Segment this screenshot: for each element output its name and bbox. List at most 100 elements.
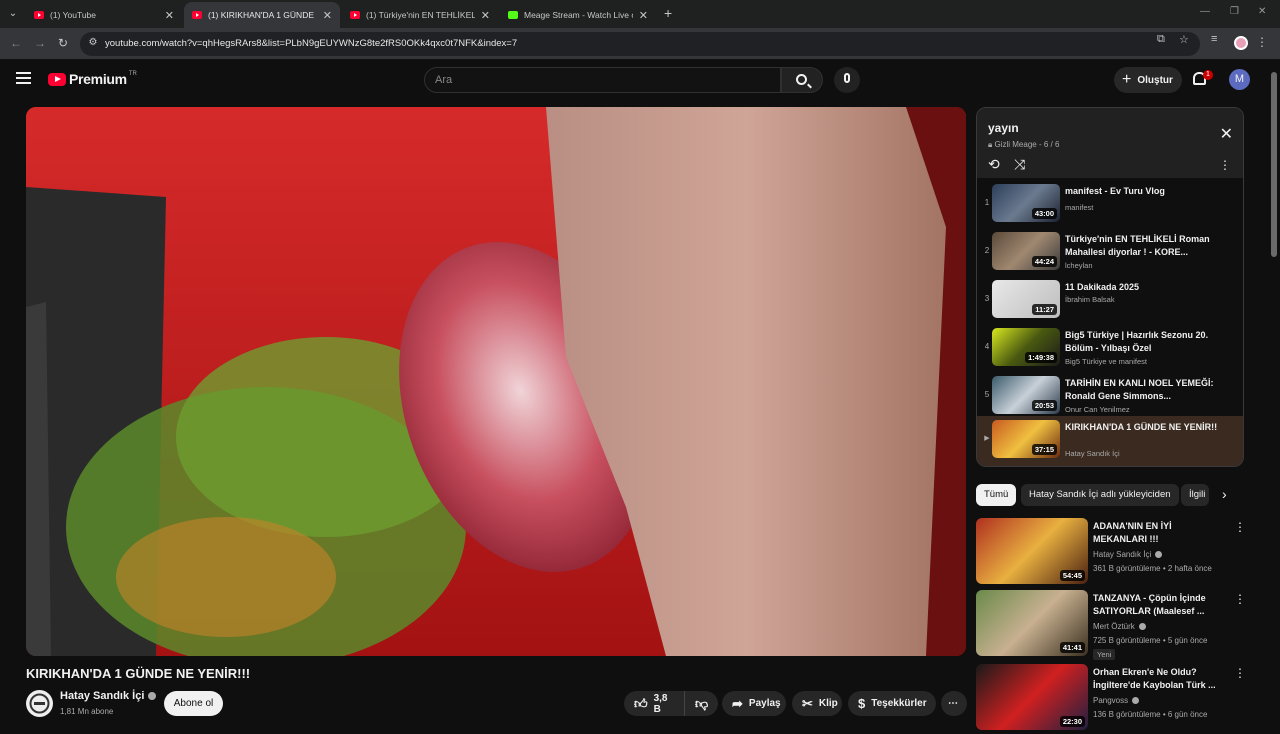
playlist-item-title[interactable]: KIRIKHAN'DA 1 GÜNDE NE YENİR!!: [1065, 421, 1225, 434]
new-tab-icon[interactable]: +: [664, 5, 672, 21]
page-scrollbar[interactable]: [1271, 72, 1277, 257]
playlist-item-title[interactable]: manifest - Ev Turu Vlog: [1065, 185, 1225, 198]
channel-avatar[interactable]: [26, 690, 53, 717]
tab-close-icon[interactable]: ✕: [481, 9, 490, 22]
video-thumbnail[interactable]: 54:45: [976, 518, 1088, 584]
channel-row[interactable]: Hatay Sandık İçi: [1093, 550, 1163, 559]
tab-close-icon[interactable]: ✕: [323, 9, 332, 22]
more-actions-button[interactable]: ⋯: [941, 691, 967, 716]
like-button[interactable]: 👍︎ 3,8 B: [624, 691, 684, 716]
tab-close-icon[interactable]: ✕: [165, 9, 174, 22]
forward-icon[interactable]: →: [34, 36, 46, 50]
chip-related[interactable]: İlgili: [1181, 484, 1209, 506]
channel-row[interactable]: Mert Öztürk: [1093, 622, 1146, 631]
playlist-item-channel: Onur Can Yenilmez: [1065, 405, 1130, 414]
playlist-thumbnail[interactable]: 11:27: [992, 280, 1060, 318]
chevron-right-icon[interactable]: ›: [1222, 486, 1227, 502]
browser-profile-avatar[interactable]: [1234, 36, 1248, 50]
back-icon[interactable]: ←: [10, 36, 22, 50]
channel-name[interactable]: Hatay Sandık İçi: [60, 690, 144, 702]
playlist-item[interactable]: 3 11:27 11 Dakikada 2025 İbrahim Balsak: [977, 276, 1243, 324]
window-close-icon[interactable]: ✕: [1258, 6, 1266, 17]
recommended-video[interactable]: 54:45 ADANA'NIN EN İYİ MEKANLARI !!! Hat…: [976, 518, 1246, 588]
create-button[interactable]: + Oluştur: [1114, 67, 1182, 93]
more-vert-icon[interactable]: ⋮: [1234, 520, 1246, 534]
logo-text: Premium: [69, 71, 127, 87]
playlist-item[interactable]: 2 44:24 Türkiye'nin EN TEHLİKELİ Roman M…: [977, 228, 1243, 276]
loop-icon[interactable]: ⟲: [988, 156, 1000, 173]
duration-badge: 22:30: [1059, 716, 1085, 727]
video-title[interactable]: TANZANYA - Çöpün İçinde SATIYORLAR (Maal…: [1093, 592, 1228, 618]
address-bar[interactable]: ⚙ youtube.com/watch?v=qhHegsRArs8&list=P…: [80, 32, 1200, 56]
search-button[interactable]: [781, 67, 823, 93]
hamburger-menu-icon[interactable]: [16, 72, 31, 84]
browser-menu-icon[interactable]: ⋮: [1256, 35, 1268, 49]
playlist-more-icon[interactable]: ⋮: [1219, 158, 1231, 172]
minimize-icon[interactable]: —: [1200, 6, 1210, 17]
playlist-thumbnail[interactable]: 20:53: [992, 376, 1060, 414]
playlist-item[interactable]: 4 1:49:38 Big5 Türkiye | Hazırlık Sezonu…: [977, 324, 1243, 372]
reload-icon[interactable]: ↻: [58, 36, 68, 50]
playlist-thumbnail[interactable]: 37:15: [992, 420, 1060, 458]
youtube-premium-logo[interactable]: Premium TR: [48, 71, 137, 87]
chip-from-uploader[interactable]: Hatay Sandık İçi adlı yükleyiciden: [1021, 484, 1179, 506]
recommended-video[interactable]: 41:41 TANZANYA - Çöpün İçinde SATIYORLAR…: [976, 590, 1246, 660]
site-info-icon[interactable]: ⚙: [86, 37, 100, 51]
playlist-item[interactable]: 1 43:00 manifest - Ev Turu Vlog manifest: [977, 180, 1243, 228]
browser-tab[interactable]: (1) YouTube ✕: [26, 2, 182, 28]
browser-tab[interactable]: (1) Türkiye'nin EN TEHLİKELİ Ro ✕: [342, 2, 498, 28]
clip-button[interactable]: ✂ Klip: [792, 691, 842, 716]
youtube-favicon-icon: [34, 11, 44, 19]
channel-name-row[interactable]: Hatay Sandık İçi: [60, 690, 157, 702]
browser-tab-active[interactable]: (1) KIRIKHAN'DA 1 GÜNDE NE ✕: [184, 2, 340, 28]
channel-row[interactable]: Pangvoss: [1093, 696, 1140, 705]
video-thumbnail[interactable]: 22:30: [976, 664, 1088, 730]
channel-name[interactable]: Hatay Sandık İçi: [1093, 550, 1151, 559]
channel-logo-icon: [29, 693, 50, 714]
subscribe-button[interactable]: Abone ol: [164, 691, 223, 716]
playlist-item-title[interactable]: Big5 Türkiye | Hazırlık Sezonu 20. Bölüm…: [1065, 329, 1225, 355]
playlist-item-title[interactable]: TARİHİN EN KANLI NOEL YEMEĞİ: Ronald Gen…: [1065, 377, 1225, 403]
playlist-thumbnail[interactable]: 43:00: [992, 184, 1060, 222]
thanks-button[interactable]: $ Teşekkürler: [848, 691, 936, 716]
voice-search-button[interactable]: [834, 67, 860, 93]
maximize-icon[interactable]: ❐: [1230, 6, 1239, 17]
media-controls-icon[interactable]: ≡: [1211, 33, 1217, 45]
video-title: KIRIKHAN'DA 1 GÜNDE NE YENİR!!!: [26, 666, 251, 681]
tab-close-icon[interactable]: ✕: [639, 9, 648, 22]
shuffle-icon[interactable]: ⤨: [1014, 156, 1025, 173]
playlist-item-title[interactable]: 11 Dakikada 2025: [1065, 281, 1225, 294]
channel-name[interactable]: Pangvoss: [1093, 696, 1128, 705]
video-player[interactable]: [26, 107, 966, 656]
playlist-title[interactable]: yayın: [988, 121, 1019, 135]
playlist-item-title[interactable]: Türkiye'nin EN TEHLİKELİ Roman Mahallesi…: [1065, 233, 1225, 259]
more-vert-icon[interactable]: ⋮: [1234, 592, 1246, 606]
bookmark-star-icon[interactable]: ☆: [1179, 33, 1189, 46]
recommended-video[interactable]: 22:30 Orhan Ekren'e Ne Oldu? İngiltere'd…: [976, 664, 1246, 734]
playlist-item[interactable]: 5 20:53 TARİHİN EN KANLI NOEL YEMEĞİ: Ro…: [977, 372, 1243, 420]
dislike-button[interactable]: 👎︎: [684, 691, 718, 716]
share-button[interactable]: ➦ Paylaş: [722, 691, 786, 716]
tab-title: (1) KIRIKHAN'DA 1 GÜNDE NE: [208, 10, 317, 20]
video-title[interactable]: Orhan Ekren'e Ne Oldu? İngiltere'de Kayb…: [1093, 666, 1228, 692]
channel-name[interactable]: Mert Öztürk: [1093, 622, 1135, 631]
tab-search-chevron-icon[interactable]: ⌄: [4, 5, 22, 23]
playlist-item-channel: Big5 Türkiye ve manifest: [1065, 357, 1147, 366]
search-box[interactable]: [424, 67, 781, 93]
close-icon[interactable]: ✕: [1220, 124, 1233, 144]
playlist-subtitle: 🔒︎ Gizli Meage - 6 / 6: [988, 140, 1059, 150]
url-text[interactable]: youtube.com/watch?v=qhHegsRArs8&list=PLb…: [105, 38, 517, 49]
video-title[interactable]: ADANA'NIN EN İYİ MEKANLARI !!!: [1093, 520, 1228, 546]
chip-all[interactable]: Tümü: [976, 484, 1017, 506]
duration-badge: 41:41: [1059, 642, 1085, 653]
playlist-thumbnail[interactable]: 44:24: [992, 232, 1060, 270]
search-input[interactable]: [425, 68, 780, 92]
video-thumbnail[interactable]: 41:41: [976, 590, 1088, 656]
browser-tab[interactable]: Meage Stream - Watch Live on ✕: [500, 2, 656, 28]
playlist-thumbnail[interactable]: 1:49:38: [992, 328, 1060, 366]
playlist-item-current[interactable]: ▶ 37:15 KIRIKHAN'DA 1 GÜNDE NE YENİR!! H…: [977, 416, 1243, 466]
cast-icon[interactable]: ⧉: [1157, 33, 1165, 46]
more-vert-icon[interactable]: ⋮: [1234, 666, 1246, 680]
account-avatar[interactable]: M: [1229, 69, 1250, 90]
thumbs-down-icon: 👎︎: [695, 695, 709, 711]
